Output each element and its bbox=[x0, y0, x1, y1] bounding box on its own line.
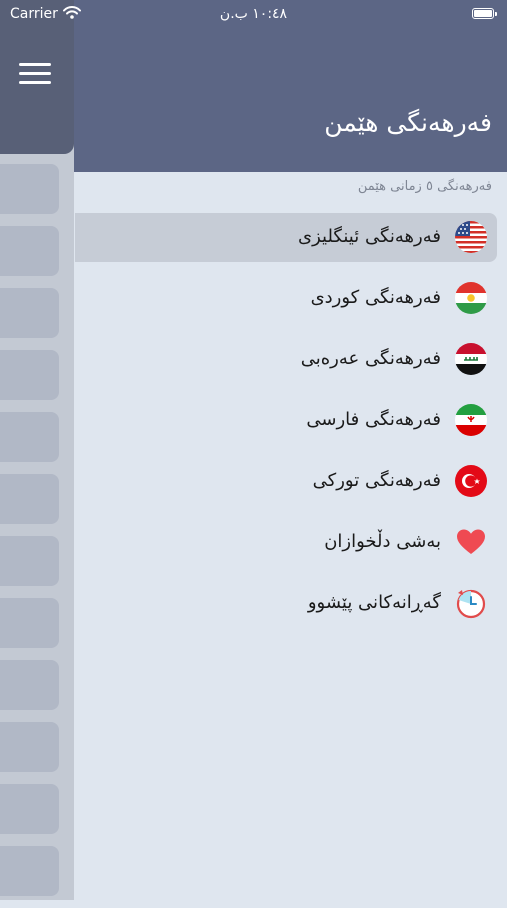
menu-item-label: فەرهەنگی ئینگلیزی bbox=[298, 226, 441, 247]
menu-item-label: فەرهەنگی فارسی bbox=[306, 409, 441, 430]
side-drawer bbox=[0, 0, 74, 900]
dictionary-menu: فەرهەنگی ئینگلیزی فەرهەنگی کوردی فەرهەنگ… bbox=[75, 213, 497, 640]
menu-item-turkish[interactable]: فەرهەنگی تورکی bbox=[75, 457, 497, 506]
menu-item-kurdish[interactable]: فەرهەنگی کوردی bbox=[75, 274, 497, 323]
hamburger-menu-icon[interactable] bbox=[19, 63, 51, 87]
menu-item-arabic[interactable]: فەرهەنگی عەرەبی bbox=[75, 335, 497, 384]
drawer-items bbox=[0, 164, 59, 908]
iran-flag-icon bbox=[455, 404, 487, 436]
drawer-item[interactable] bbox=[0, 226, 59, 276]
menu-item-label: فەرهەنگی عەرەبی bbox=[300, 348, 441, 369]
menu-item-label: فەرهەنگی کوردی bbox=[310, 287, 441, 308]
drawer-item[interactable] bbox=[0, 660, 59, 710]
menu-item-favorites[interactable]: بەشی دڵخوازان bbox=[75, 518, 497, 567]
drawer-item[interactable] bbox=[0, 164, 59, 214]
drawer-item[interactable] bbox=[0, 350, 59, 400]
app-subtitle: فەرهەنگی ٥ زمانی هێمن bbox=[357, 179, 492, 194]
kurdistan-flag-icon bbox=[455, 282, 487, 314]
iraq-flag-icon bbox=[455, 343, 487, 375]
drawer-item[interactable] bbox=[0, 536, 59, 586]
menu-item-persian[interactable]: فەرهەنگی فارسی bbox=[75, 396, 497, 445]
history-clock-icon bbox=[456, 589, 486, 619]
battery-icon bbox=[472, 8, 497, 19]
drawer-item[interactable] bbox=[0, 846, 59, 896]
drawer-item[interactable] bbox=[0, 722, 59, 772]
drawer-item[interactable] bbox=[0, 598, 59, 648]
heart-icon bbox=[457, 529, 485, 554]
usa-flag-icon bbox=[455, 221, 487, 253]
clock: ١٠:٤٨ ب.ن bbox=[219, 6, 288, 22]
drawer-item[interactable] bbox=[0, 412, 59, 462]
menu-item-english[interactable]: فەرهەنگی ئینگلیزی bbox=[75, 213, 497, 262]
menu-item-label: فەرهەنگی تورکی bbox=[312, 470, 441, 491]
drawer-item[interactable] bbox=[0, 784, 59, 834]
menu-item-history[interactable]: گەڕانەکانی پێشوو bbox=[75, 579, 497, 628]
menu-item-label: بەشی دڵخوازان bbox=[324, 531, 441, 552]
page-title: فەرهەنگی هێمن bbox=[324, 108, 492, 137]
drawer-item[interactable] bbox=[0, 474, 59, 524]
drawer-item[interactable] bbox=[0, 288, 59, 338]
menu-item-label: گەڕانەکانی پێشوو bbox=[307, 592, 441, 613]
turkey-flag-icon bbox=[455, 465, 487, 497]
status-bar: Carrier ١٠:٤٨ ب.ن bbox=[0, 0, 507, 30]
